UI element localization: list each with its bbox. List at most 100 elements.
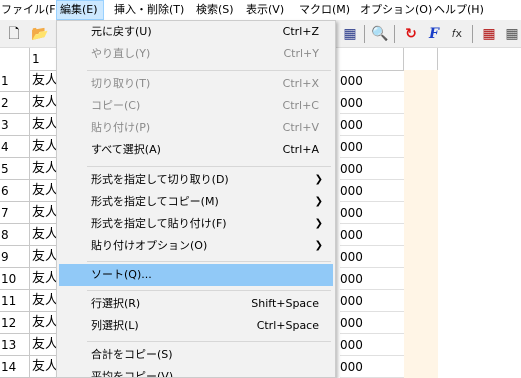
- table-cell[interactable]: 000: [340, 334, 404, 356]
- menu-item-label: 行選択(R): [91, 297, 141, 310]
- menu-item-label: 形式を指定してコピー(M): [91, 195, 219, 208]
- menu-file[interactable]: ファイル(F): [1, 0, 60, 20]
- table-cell[interactable]: 000: [340, 312, 404, 334]
- row-header[interactable]: 8: [0, 224, 30, 246]
- table-cell[interactable]: 000: [340, 158, 404, 180]
- menu-item-shortcut: Ctrl+C: [282, 99, 319, 112]
- table-cell[interactable]: 000: [340, 268, 404, 290]
- menu-item-label: 形式を指定して貼り付け(F): [91, 217, 227, 230]
- menu-macro[interactable]: マクロ(M): [299, 0, 350, 20]
- toolbar-separator: [394, 25, 395, 43]
- menu-options[interactable]: オプション(O): [360, 0, 432, 20]
- table-cell[interactable]: 友人: [30, 70, 58, 92]
- menu-item-sort[interactable]: ソート(Q)...: [59, 264, 333, 286]
- menu-separator: [87, 341, 331, 342]
- menu-item-cut-special[interactable]: 形式を指定して切り取り(D) ❯: [59, 169, 333, 191]
- column-shading: [404, 70, 438, 378]
- table-cell[interactable]: 000: [340, 114, 404, 136]
- table-cell[interactable]: 000: [340, 136, 404, 158]
- menu-item-label: 平均をコピー(V): [91, 370, 174, 378]
- table-cell[interactable]: 友人: [30, 268, 58, 290]
- table-cell[interactable]: 友人: [30, 334, 58, 356]
- menu-item-shortcut: Ctrl+Y: [283, 47, 319, 60]
- menu-item-select-row[interactable]: 行選択(R) Shift+Space: [59, 293, 333, 315]
- new-file-icon[interactable]: 🗋: [4, 24, 24, 44]
- table-cell[interactable]: 000: [340, 70, 404, 92]
- menu-item-copy-average[interactable]: 平均をコピー(V): [59, 366, 333, 378]
- row-header[interactable]: 13: [0, 334, 30, 356]
- table-cell[interactable]: 000: [340, 224, 404, 246]
- table-format-icon[interactable]: ▦: [340, 24, 360, 44]
- row-header[interactable]: 5: [0, 158, 30, 180]
- menu-bar: ファイル(F) 編集(E) 挿入・削除(T) 検索(S) 表示(V) マクロ(M…: [0, 0, 521, 20]
- table-cell[interactable]: 友人: [30, 224, 58, 246]
- menu-item-copy-special[interactable]: 形式を指定してコピー(M) ❯: [59, 191, 333, 213]
- row-header[interactable]: 1: [0, 70, 30, 92]
- row-header[interactable]: 14: [0, 356, 30, 378]
- column-header[interactable]: [404, 48, 438, 71]
- row-header[interactable]: 12: [0, 312, 30, 334]
- corner-header: [0, 48, 30, 71]
- recalculate-icon[interactable]: ↻: [401, 24, 421, 44]
- table-cell[interactable]: 000: [340, 202, 404, 224]
- menu-help[interactable]: ヘルプ(H): [434, 0, 484, 20]
- menu-insert-delete[interactable]: 挿入・削除(T): [114, 0, 184, 20]
- menu-item-copy[interactable]: コピー(C) Ctrl+C: [59, 95, 333, 117]
- menu-search[interactable]: 検索(S): [196, 0, 234, 20]
- table-cell[interactable]: 000: [340, 290, 404, 312]
- menu-item-paste[interactable]: 貼り付け(P) Ctrl+V: [59, 117, 333, 139]
- table-cell[interactable]: 友人: [30, 202, 58, 224]
- table-cell[interactable]: 友人: [30, 356, 58, 378]
- grid-icon[interactable]: ▦: [479, 24, 499, 44]
- menu-item-undo[interactable]: 元に戻す(U) Ctrl+Z: [59, 21, 333, 43]
- table-cell[interactable]: 000: [340, 246, 404, 268]
- table-cell[interactable]: 友人: [30, 158, 58, 180]
- menu-item-shortcut: Ctrl+Z: [282, 25, 319, 38]
- table-cell[interactable]: 友人: [30, 246, 58, 268]
- function-icon[interactable]: F: [424, 24, 444, 44]
- table-cell[interactable]: 000: [340, 356, 404, 378]
- table-cell[interactable]: 友人: [30, 180, 58, 202]
- menu-item-redo[interactable]: やり直し(Y) Ctrl+Y: [59, 43, 333, 65]
- menu-item-select-column[interactable]: 列選択(L) Ctrl+Space: [59, 315, 333, 337]
- formula-icon[interactable]: 𝑓x: [447, 24, 467, 44]
- menu-item-shortcut: Shift+Space: [251, 297, 319, 310]
- row-header[interactable]: 9: [0, 246, 30, 268]
- row-header[interactable]: 2: [0, 92, 30, 114]
- row-header[interactable]: 10: [0, 268, 30, 290]
- menu-view[interactable]: 表示(V): [246, 0, 284, 20]
- grid-outline-icon[interactable]: ▦: [502, 24, 521, 44]
- menu-item-shortcut: Ctrl+X: [282, 77, 319, 90]
- row-header[interactable]: 7: [0, 202, 30, 224]
- row-header[interactable]: 3: [0, 114, 30, 136]
- menu-edit[interactable]: 編集(E): [56, 0, 104, 20]
- search-icon[interactable]: 🔍: [370, 24, 390, 44]
- table-cell[interactable]: 友人: [30, 92, 58, 114]
- open-folder-icon[interactable]: 📂: [30, 24, 50, 44]
- row-header[interactable]: 4: [0, 136, 30, 158]
- menu-item-label: 切り取り(T): [91, 77, 151, 90]
- table-cell[interactable]: 友人: [30, 312, 58, 334]
- table-cell[interactable]: 友人: [30, 136, 58, 158]
- menu-item-paste-options[interactable]: 貼り付けオプション(O) ❯: [59, 235, 333, 257]
- menu-item-label: 列選択(L): [91, 319, 139, 332]
- menu-separator: [87, 70, 331, 71]
- submenu-arrow-icon: ❯: [314, 218, 323, 229]
- menu-item-select-all[interactable]: すべて選択(A) Ctrl+A: [59, 139, 333, 161]
- column-header[interactable]: [340, 48, 404, 71]
- menu-item-label: 貼り付け(P): [91, 121, 151, 134]
- menu-separator: [87, 261, 331, 262]
- menu-item-cut[interactable]: 切り取り(T) Ctrl+X: [59, 73, 333, 95]
- menu-item-shortcut: Ctrl+V: [282, 121, 319, 134]
- row-header[interactable]: 6: [0, 180, 30, 202]
- row-header[interactable]: 11: [0, 290, 30, 312]
- table-cell[interactable]: 友人: [30, 114, 58, 136]
- table-cell[interactable]: 000: [340, 180, 404, 202]
- table-cell[interactable]: 友人: [30, 290, 58, 312]
- table-cell[interactable]: 000: [340, 92, 404, 114]
- menu-item-label: コピー(C): [91, 99, 141, 112]
- menu-separator: [87, 166, 331, 167]
- menu-item-paste-special[interactable]: 形式を指定して貼り付け(F) ❯: [59, 213, 333, 235]
- menu-item-shortcut: Ctrl+A: [282, 143, 319, 156]
- menu-item-copy-sum[interactable]: 合計をコピー(S): [59, 344, 333, 366]
